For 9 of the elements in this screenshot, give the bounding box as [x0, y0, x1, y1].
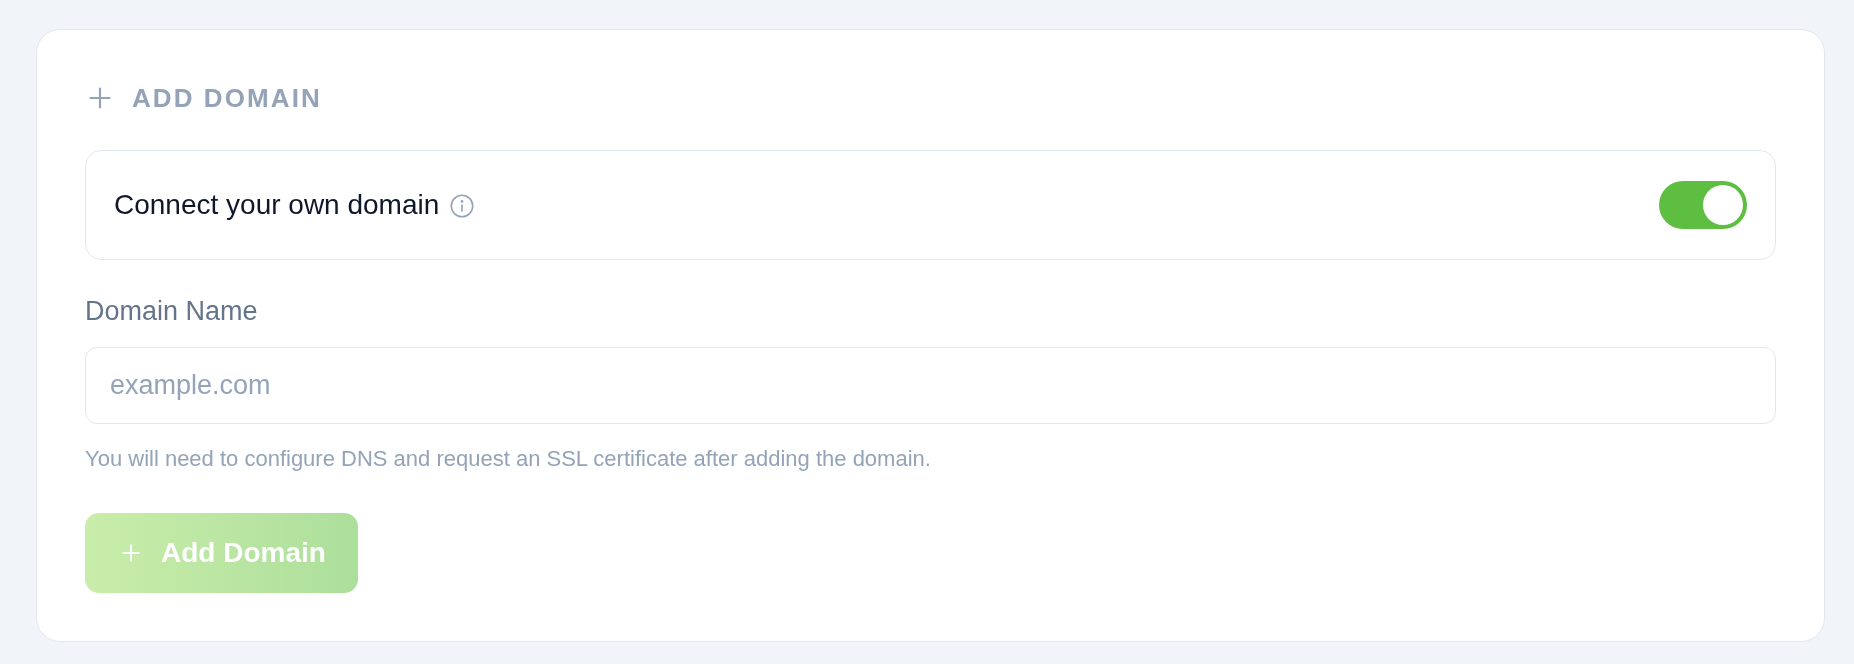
- toggle-label: Connect your own domain: [114, 187, 440, 222]
- plus-icon: [89, 87, 111, 109]
- section-title: ADD DOMAIN: [132, 82, 322, 115]
- help-text: You will need to configure DNS and request an SSL certificate after adding the domain.: [85, 445, 931, 474]
- field-label: Domain Name: [85, 294, 258, 328]
- domain-input[interactable]: example.com: [85, 346, 1776, 425]
- info-icon[interactable]: [450, 194, 475, 219]
- toggle-switch[interactable]: [1659, 180, 1747, 229]
- plus-icon: [122, 544, 140, 563]
